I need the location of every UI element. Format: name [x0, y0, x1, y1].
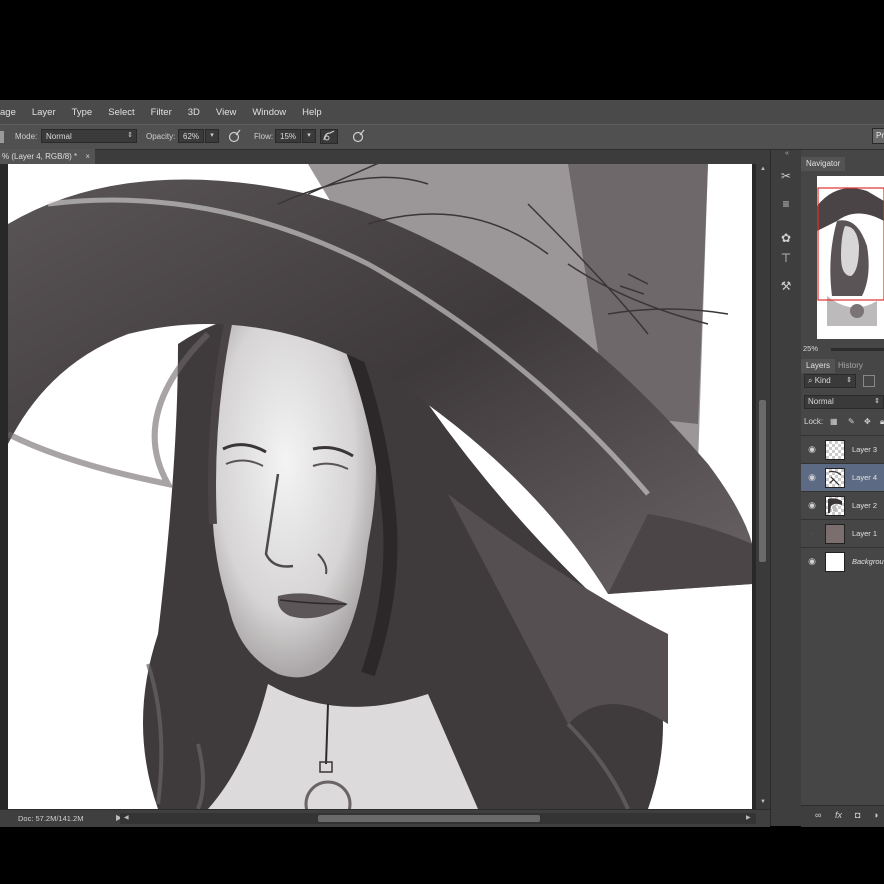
airbrush-icon[interactable]: [320, 129, 338, 144]
menu-3d[interactable]: 3D: [180, 107, 208, 118]
kind-value: Kind: [814, 376, 831, 385]
right-panel: Navigator 25% Layers History ⌕ Kind ⇕ No…: [801, 150, 884, 827]
canvas-area: [0, 164, 770, 809]
menu-bar: age Layer Type Select Filter 3D View Win…: [0, 100, 884, 124]
layer-name: Layer 1: [852, 529, 878, 538]
tablet-pressure-size-icon[interactable]: [350, 129, 366, 144]
eye-icon[interactable]: ◉: [807, 472, 817, 482]
lock-all-icon[interactable]: 🔒︎: [880, 417, 884, 427]
scroll-right-icon[interactable]: ▶: [746, 814, 751, 821]
tab-history[interactable]: History: [833, 359, 868, 373]
layer-mask-icon[interactable]: ◘: [855, 810, 860, 820]
layers-footer: ∞ fx ◘ ◑: [801, 805, 884, 827]
brush-presets-icon[interactable]: ✂: [778, 168, 794, 184]
layer-thumbnail: [825, 440, 845, 460]
photoshop-window: age Layer Type Select Filter 3D View Win…: [0, 100, 884, 827]
tool-preset-icon[interactable]: [0, 131, 4, 143]
layer-name: Layer 4: [852, 473, 878, 482]
menu-filter[interactable]: Filter: [143, 107, 180, 118]
lock-label: Lock:: [804, 417, 824, 426]
layer-thumbnail: [825, 496, 845, 516]
collapse-arrows-icon[interactable]: «: [785, 150, 789, 157]
opacity-value: 62%: [183, 132, 200, 141]
adjustment-layer-icon[interactable]: ◑: [873, 810, 878, 820]
vertical-scrollbar[interactable]: ▲ ▼: [756, 164, 770, 809]
dropdown-arrow-icon: ⇕: [846, 377, 852, 384]
opacity-dropdown-button[interactable]: ▾: [205, 129, 219, 143]
document-size-readout: Doc: 57.2M/141.2M: [18, 814, 84, 823]
flow-label: Flow:: [254, 132, 274, 141]
mode-value: Normal: [46, 132, 72, 141]
lock-transparency-icon[interactable]: ▦: [830, 417, 838, 426]
status-bar: Doc: 57.2M/141.2M ▶ ◀ ▶: [0, 809, 770, 827]
eye-icon[interactable]: ◉: [807, 444, 817, 454]
tab-layers[interactable]: Layers: [801, 359, 836, 373]
menu-image[interactable]: age: [0, 107, 24, 118]
options-bar: Mode: Normal ⇕ Opacity: 62% ▾ Flow: 15% …: [0, 124, 884, 150]
dropdown-arrow-icon: ⇕: [127, 132, 133, 139]
blend-mode-value: Normal: [808, 397, 834, 406]
horizontal-scrollbar[interactable]: ◀ ▶: [120, 813, 756, 824]
visibility-off-icon[interactable]: ▫: [807, 528, 817, 538]
layer-row-layer-4[interactable]: ◉ Layer 4: [801, 463, 884, 491]
close-icon[interactable]: ×: [85, 149, 90, 164]
menu-window[interactable]: Window: [244, 107, 294, 118]
layer-thumbnail: [825, 552, 845, 572]
painting-artwork: [8, 164, 752, 809]
vertical-scroll-thumb[interactable]: [759, 400, 766, 562]
filter-image-icon[interactable]: [863, 375, 875, 387]
mode-select[interactable]: Normal ⇕: [41, 129, 137, 143]
mode-label: Mode:: [15, 132, 38, 141]
layer-row-layer-1[interactable]: ▫ Layer 1: [801, 519, 884, 547]
menu-view[interactable]: View: [208, 107, 244, 118]
scroll-down-icon[interactable]: ▼: [760, 799, 766, 805]
flow-input[interactable]: 15%: [275, 129, 301, 143]
lock-position-icon[interactable]: ✥: [864, 417, 871, 426]
flow-dropdown-button[interactable]: ▾: [302, 129, 316, 143]
lock-pixels-icon[interactable]: ✎: [848, 417, 855, 426]
scroll-up-icon[interactable]: ▲: [760, 166, 766, 172]
lock-row: Lock: ▦ ✎ ✥ 🔒︎: [804, 417, 884, 431]
link-layers-icon[interactable]: ∞: [815, 810, 821, 820]
layer-name: Backgrou: [852, 557, 884, 566]
layer-name: Layer 2: [852, 501, 878, 510]
dropdown-arrow-icon: ⇕: [874, 398, 880, 405]
opacity-input[interactable]: 62%: [178, 129, 204, 143]
fx-icon[interactable]: fx: [835, 810, 842, 820]
tablet-pressure-opacity-icon[interactable]: [226, 129, 242, 144]
navigator-zoom-readout[interactable]: 25%: [803, 344, 818, 353]
layer-filter-kind-select[interactable]: ⌕ Kind ⇕: [804, 374, 856, 388]
eye-icon[interactable]: ◉: [807, 556, 817, 566]
layer-thumbnail: [825, 524, 845, 544]
layer-row-layer-3[interactable]: ◉ Layer 3: [801, 435, 884, 463]
scroll-left-icon[interactable]: ◀: [124, 814, 129, 821]
canvas[interactable]: [8, 164, 752, 809]
flow-value: 15%: [280, 132, 297, 141]
menu-type[interactable]: Type: [64, 107, 101, 118]
menu-select[interactable]: Select: [100, 107, 142, 118]
search-icon: ⌕: [808, 376, 815, 385]
collapsed-panel-strip: « ✂ ≡ ✿ ⊤ ⚒: [770, 150, 802, 826]
blend-mode-select[interactable]: Normal ⇕: [804, 395, 884, 409]
paragraph-icon[interactable]: ⊤: [778, 250, 794, 266]
layer-row-background[interactable]: ◉ Backgrou: [801, 547, 884, 575]
horizontal-scroll-thumb[interactable]: [318, 815, 540, 822]
menu-layer[interactable]: Layer: [24, 107, 64, 118]
layer-thumbnail: [825, 468, 845, 488]
tool-presets-icon[interactable]: ⚒: [778, 278, 794, 294]
navigator-thumbnail[interactable]: [817, 176, 884, 339]
clone-source-icon[interactable]: ✿: [778, 230, 794, 246]
eye-icon[interactable]: ◉: [807, 500, 817, 510]
menu-help[interactable]: Help: [294, 107, 330, 118]
navigator-zoom-slider[interactable]: [831, 348, 884, 351]
brush-settings-icon[interactable]: ≡: [778, 196, 794, 212]
document-tab-title: % (Layer 4, RGB/8) *: [2, 152, 78, 161]
tab-navigator[interactable]: Navigator: [801, 157, 846, 171]
document-tab[interactable]: % (Layer 4, RGB/8) * ×: [0, 149, 95, 164]
workspace-button[interactable]: Pr: [872, 128, 884, 144]
layer-row-layer-2[interactable]: ◉ Layer 2: [801, 491, 884, 519]
layer-name: Layer 3: [852, 445, 878, 454]
opacity-label: Opacity:: [146, 132, 176, 141]
